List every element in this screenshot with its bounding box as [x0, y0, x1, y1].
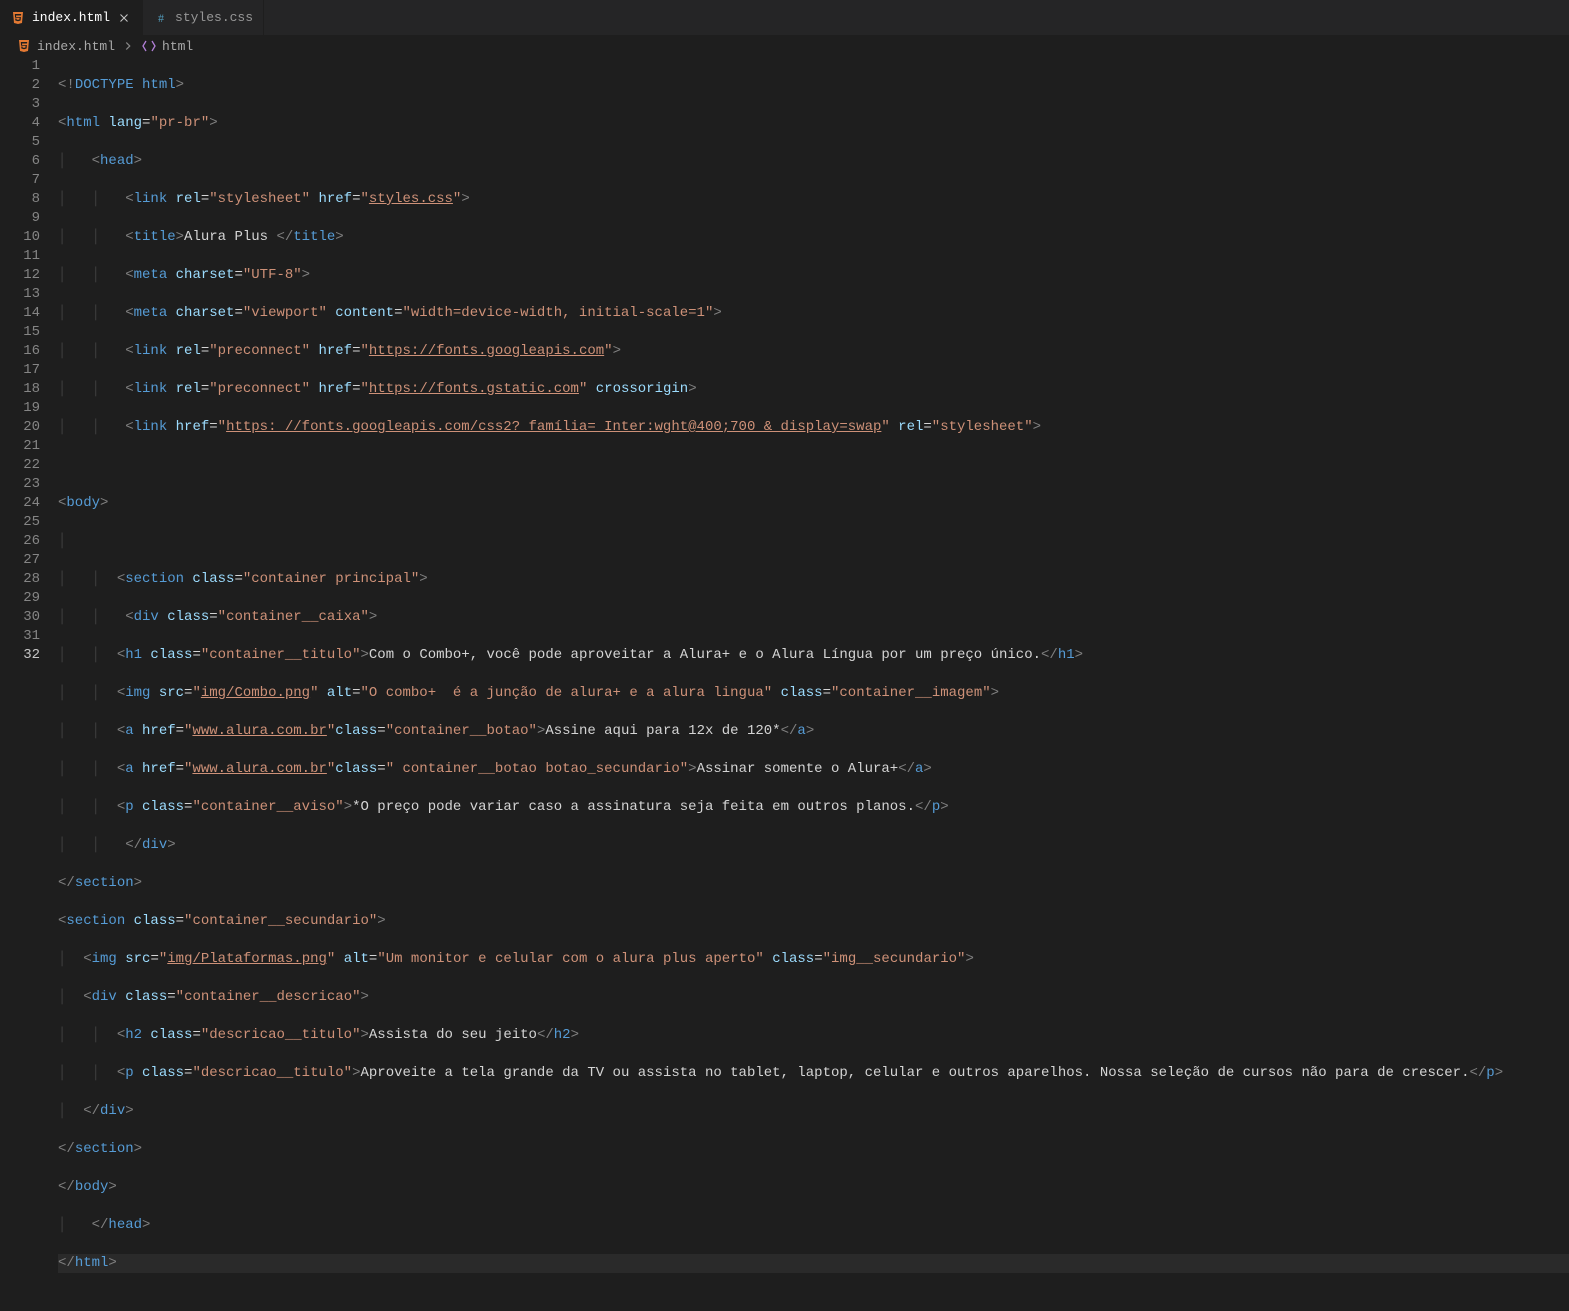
- breadcrumbs: index.html html: [0, 35, 1569, 57]
- line-number: 23: [0, 475, 40, 494]
- line-number: 22: [0, 456, 40, 475]
- css-icon: #: [153, 10, 169, 26]
- line-number: 16: [0, 342, 40, 361]
- breadcrumb-label: index.html: [37, 39, 115, 54]
- line-number: 31: [0, 627, 40, 646]
- line-number: 30: [0, 608, 40, 627]
- line-number: 12: [0, 266, 40, 285]
- tab-index-html[interactable]: index.html: [0, 0, 143, 35]
- line-number: 4: [0, 114, 40, 133]
- line-number: 28: [0, 570, 40, 589]
- line-number: 19: [0, 399, 40, 418]
- tab-styles-css[interactable]: # styles.css: [143, 0, 264, 35]
- close-icon[interactable]: [116, 10, 132, 26]
- line-number: 29: [0, 589, 40, 608]
- line-number: 17: [0, 361, 40, 380]
- line-number: 14: [0, 304, 40, 323]
- code-content[interactable]: <!DOCTYPE html> <html lang="pr-br"> │ <h…: [58, 57, 1569, 681]
- line-number: 27: [0, 551, 40, 570]
- line-number: 21: [0, 437, 40, 456]
- line-number: 26: [0, 532, 40, 551]
- line-number: 10: [0, 228, 40, 247]
- html-icon: [10, 10, 26, 26]
- line-number: 6: [0, 152, 40, 171]
- line-number: 7: [0, 171, 40, 190]
- line-number: 11: [0, 247, 40, 266]
- line-number: 24: [0, 494, 40, 513]
- editor[interactable]: 1 2 3 4 5 6 7 8 9 10 11 12 13 14 15 16 1…: [0, 57, 1569, 681]
- line-number: 18: [0, 380, 40, 399]
- line-number: 32: [0, 646, 40, 665]
- line-number: 2: [0, 76, 40, 95]
- line-number: 15: [0, 323, 40, 342]
- line-number: 3: [0, 95, 40, 114]
- gutter: 1 2 3 4 5 6 7 8 9 10 11 12 13 14 15 16 1…: [0, 57, 58, 681]
- line-number: 9: [0, 209, 40, 228]
- chevron-right-icon: [121, 39, 135, 53]
- breadcrumb-file[interactable]: index.html: [16, 38, 115, 54]
- line-number: 20: [0, 418, 40, 437]
- breadcrumb-symbol[interactable]: html: [141, 38, 193, 54]
- tab-label: styles.css: [175, 10, 253, 25]
- tabs-bar: index.html # styles.css: [0, 0, 1569, 35]
- line-number: 13: [0, 285, 40, 304]
- svg-text:#: #: [158, 11, 164, 25]
- breadcrumb-label: html: [162, 39, 193, 54]
- brackets-icon: [141, 38, 157, 54]
- line-number: 1: [0, 57, 40, 76]
- html-icon: [16, 38, 32, 54]
- line-number: 25: [0, 513, 40, 532]
- line-number: 8: [0, 190, 40, 209]
- line-number: 5: [0, 133, 40, 152]
- tab-label: index.html: [32, 10, 110, 25]
